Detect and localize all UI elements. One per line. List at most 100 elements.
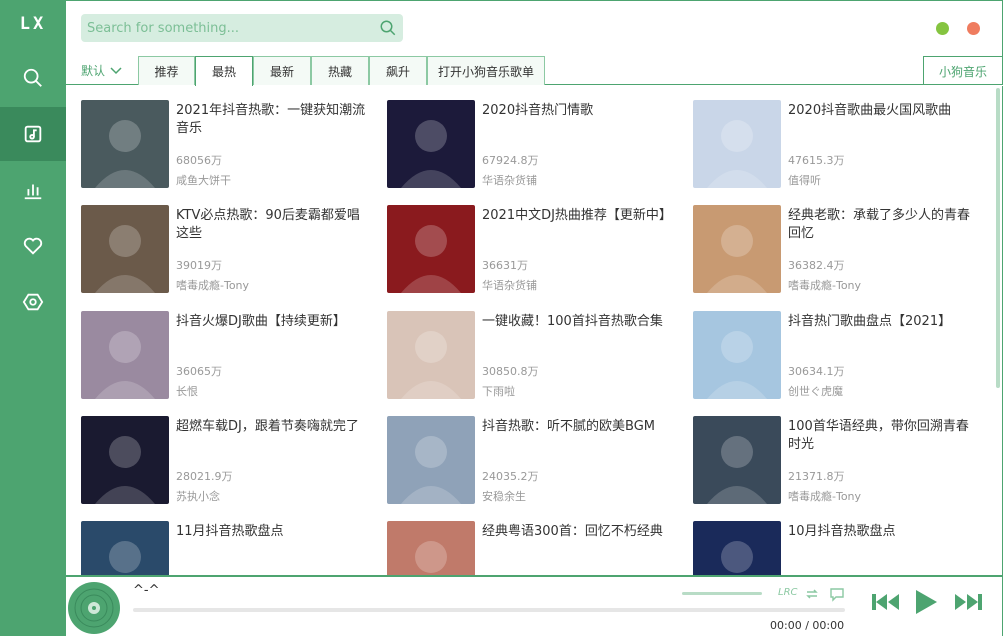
playlist-card[interactable]: 抖音热歌：听不腻的欧美BGM 24035.2万 安稳余生 <box>387 416 677 508</box>
playlist-cover[interactable] <box>693 100 781 188</box>
playlist-author: 创世ぐ虎魔 <box>788 385 843 398</box>
nav-settings[interactable] <box>0 275 66 329</box>
tab-collected[interactable]: 热藏 <box>311 56 369 85</box>
nav-favorites[interactable] <box>0 219 66 273</box>
playlist-author: 嗜毒成瘾-Tony <box>176 279 250 292</box>
playlist-cover[interactable] <box>693 521 781 575</box>
playlist-card[interactable]: 2020抖音热门情歌 67924.8万 华语杂货铺 <box>387 100 677 192</box>
progress-bar[interactable] <box>133 608 845 612</box>
playlist-card[interactable]: KTV必点热歌：90后麦霸都爱唱这些 39019万嗜毒成瘾-Tony <box>81 205 371 297</box>
search-icon[interactable] <box>379 19 397 37</box>
search-box <box>81 14 403 42</box>
source-selector[interactable]: 小狗音乐 <box>923 56 1003 85</box>
play-count: 30850.8万 <box>482 365 539 378</box>
header <box>66 0 1003 56</box>
playlist-cover[interactable] <box>81 416 169 504</box>
playlist-title[interactable]: 100首华语经典，带你回溯青春时光 <box>788 418 978 454</box>
playlist-cover[interactable] <box>81 521 169 575</box>
playlist-card[interactable]: 2020抖音歌曲最火国风歌曲 47615.3万 值得听 <box>693 100 983 192</box>
song-name: ^-^ <box>133 583 160 598</box>
play-time: 00:00 / 00:00 <box>770 619 845 632</box>
playlist-title[interactable]: 经典粤语300首：回忆不朽经典 <box>482 523 672 541</box>
playlist-title[interactable]: 10月抖音热歌盘点 <box>788 523 978 541</box>
playlist-card[interactable]: 超燃车载DJ，跟着节奏嗨就完了 28021.9万 苏执小念 <box>81 416 371 508</box>
sort-label: 默认 <box>81 64 106 78</box>
playlist-card[interactable]: 经典粤语300首：回忆不朽经典 <box>387 521 677 575</box>
playlist-title[interactable]: KTV必点热歌：90后麦霸都爱唱这些 <box>176 207 366 243</box>
volume-slider[interactable] <box>682 592 762 595</box>
playlist-title[interactable]: 2020抖音歌曲最火国风歌曲 <box>788 102 978 120</box>
nav-song-list[interactable] <box>0 107 66 161</box>
playlist-card[interactable]: 一键收藏！100首抖音热歌合集 30850.8万 下雨啦 <box>387 311 677 403</box>
play-count: 36631万 <box>482 259 528 272</box>
playlist-cover[interactable] <box>387 521 475 575</box>
lyric-toggle[interactable]: LRC <box>778 587 798 603</box>
playlist-cover[interactable] <box>387 416 475 504</box>
tab-hottest[interactable]: 最热 <box>195 56 253 86</box>
heart-icon <box>23 237 43 255</box>
tab-bar: 默认 推荐 最热 最新 热藏 飙升 打开小狗音乐歌单 小狗音乐 <box>66 56 1003 86</box>
playlist-title[interactable]: 一键收藏！100首抖音热歌合集 <box>482 313 672 331</box>
playlist-title[interactable]: 抖音火爆DJ歌曲【持续更新】 <box>176 313 366 331</box>
playlist-cover[interactable] <box>387 205 475 293</box>
playlist-card[interactable]: 10月抖音热歌盘点 <box>693 521 983 575</box>
playlist-author: 安稳余生 <box>482 490 526 503</box>
previous-icon[interactable] <box>871 592 901 612</box>
tab-recommend[interactable]: 推荐 <box>138 56 195 85</box>
repeat-icon[interactable] <box>804 586 820 602</box>
tab-rising[interactable]: 飙升 <box>369 56 427 85</box>
nav-search[interactable] <box>0 51 66 105</box>
comment-icon[interactable] <box>829 586 845 602</box>
minimize-button[interactable] <box>936 22 949 35</box>
playlist-card[interactable]: 100首华语经典，带你回溯青春时光 21371.8万嗜毒成瘾-Tony <box>693 416 983 508</box>
settings-icon <box>22 293 44 311</box>
playlist-cover[interactable] <box>387 100 475 188</box>
playlist-card[interactable]: 抖音热门歌曲盘点【2021】 30634.1万 创世ぐ虎魔 <box>693 311 983 403</box>
play-count: 67924.8万 <box>482 154 539 167</box>
sidebar: LX <box>0 0 66 636</box>
play-count: 68056万 <box>176 154 222 167</box>
play-count: 39019万 <box>176 259 222 272</box>
play-count: 36382.4万 <box>788 259 845 272</box>
playlist-cover[interactable] <box>81 100 169 188</box>
playlist-title[interactable]: 2021年抖音热歌：一键获知潮流音乐 <box>176 102 366 138</box>
playlist-title[interactable]: 抖音热歌：听不腻的欧美BGM <box>482 418 672 436</box>
playlist-card[interactable]: 2021中文DJ热曲推荐【更新中】 36631万 华语杂货铺 <box>387 205 677 297</box>
playlist-card[interactable]: 11月抖音热歌盘点 <box>81 521 371 575</box>
nav-leaderboard[interactable] <box>0 163 66 217</box>
play-count: 47615.3万 <box>788 154 845 167</box>
playlist-author: 华语杂货铺 <box>482 279 537 292</box>
playlist-cover[interactable] <box>693 416 781 504</box>
playlist-cover[interactable] <box>693 311 781 399</box>
chevron-down-icon <box>110 66 122 74</box>
playlist-title[interactable]: 超燃车载DJ，跟着节奏嗨就完了 <box>176 418 366 436</box>
playlist-cover[interactable] <box>81 205 169 293</box>
next-icon[interactable] <box>953 592 983 612</box>
playlist-cover[interactable] <box>387 311 475 399</box>
playlist-author: 嗜毒成瘾-Tony <box>788 490 862 503</box>
scrollbar[interactable] <box>996 88 1000 388</box>
playlist-title[interactable]: 2021中文DJ热曲推荐【更新中】 <box>482 207 672 225</box>
search-input[interactable] <box>81 14 371 42</box>
tab-newest[interactable]: 最新 <box>253 56 311 85</box>
playlist-cover[interactable] <box>693 205 781 293</box>
tab-open-playlist[interactable]: 打开小狗音乐歌单 <box>427 56 545 85</box>
sort-dropdown[interactable]: 默认 <box>81 62 122 79</box>
chart-icon <box>24 184 42 200</box>
playlist-title[interactable]: 11月抖音热歌盘点 <box>176 523 366 541</box>
playlist-card[interactable]: 经典老歌：承载了多少人的青春回忆 36382.4万嗜毒成瘾-Tony <box>693 205 983 297</box>
play-icon[interactable] <box>914 589 938 615</box>
playlist-author: 嗜毒成瘾-Tony <box>788 279 862 292</box>
playlist-cover[interactable] <box>81 311 169 399</box>
playlist-card[interactable]: 抖音火爆DJ歌曲【持续更新】 36065万 长恨 <box>81 311 371 403</box>
playlist-title[interactable]: 2020抖音热门情歌 <box>482 102 672 120</box>
album-disc-icon[interactable] <box>67 581 121 635</box>
play-count: 21371.8万 <box>788 470 845 483</box>
playlist-title[interactable]: 经典老歌：承载了多少人的青春回忆 <box>788 207 978 243</box>
playlist-card[interactable]: 2021年抖音热歌：一键获知潮流音乐 68056万 咸鱼大饼干 <box>81 100 371 192</box>
player-bar: ^-^ LRC 00:00 / 00:00 <box>66 575 1003 636</box>
close-button[interactable] <box>967 22 980 35</box>
playlist-title[interactable]: 抖音热门歌曲盘点【2021】 <box>788 313 978 331</box>
playlist-author: 长恨 <box>176 385 198 398</box>
playlist-author: 值得听 <box>788 174 821 187</box>
